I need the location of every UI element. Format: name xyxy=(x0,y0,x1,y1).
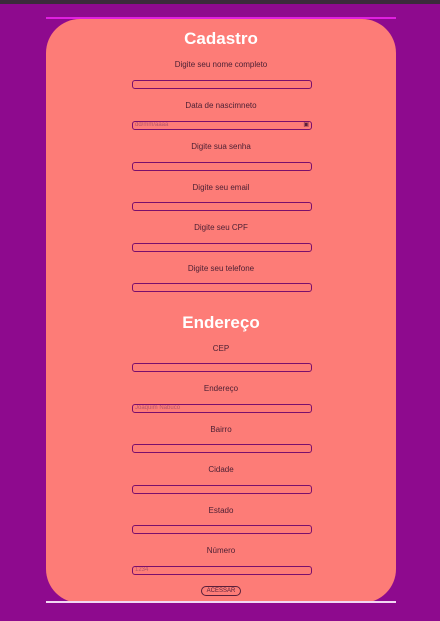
telefone-input[interactable] xyxy=(132,283,312,292)
numero-placeholder: 1234 xyxy=(135,567,149,573)
endereco-title: Endereço xyxy=(182,313,260,332)
estado-label: Estado xyxy=(208,506,234,515)
endereco-placeholder: Joaquim Nabuco xyxy=(135,405,181,411)
nascimento-date-input[interactable]: dd/mm/aaaa ▣ xyxy=(132,121,312,130)
form-card: Cadastro Digite seu nome completo Data d… xyxy=(46,19,396,603)
endereco-input[interactable]: Joaquim Nabuco xyxy=(132,404,312,413)
numero-input[interactable]: 1234 xyxy=(132,566,312,575)
calendar-icon[interactable]: ▣ xyxy=(303,122,309,129)
cep-label: CEP xyxy=(212,344,230,353)
cidade-label: Cidade xyxy=(208,465,234,474)
bottom-divider xyxy=(46,601,396,603)
cep-input[interactable] xyxy=(132,363,312,372)
estado-input[interactable] xyxy=(132,525,312,534)
email-label: Digite seu email xyxy=(192,183,250,192)
nascimento-label: Data de nascimneto xyxy=(185,101,257,110)
nome-label: Digite seu nome completo xyxy=(174,60,268,69)
numero-label: Número xyxy=(206,546,236,555)
cadastro-title: Cadastro xyxy=(184,29,258,48)
email-input[interactable] xyxy=(132,202,312,211)
cpf-label: Digite seu CPF xyxy=(194,223,248,232)
cidade-input[interactable] xyxy=(132,485,312,494)
bairro-input[interactable] xyxy=(132,444,312,453)
senha-input[interactable] xyxy=(132,162,312,171)
senha-label: Digite sua senha xyxy=(191,142,251,151)
telefone-label: Digite seu telefone xyxy=(187,264,255,273)
acessar-button[interactable]: ACESSAR xyxy=(201,586,241,596)
cpf-input[interactable] xyxy=(132,243,312,252)
nome-input[interactable] xyxy=(132,80,312,89)
window-top-bar xyxy=(0,0,440,4)
nascimento-placeholder: dd/mm/aaaa xyxy=(135,122,169,128)
endereco-label: Endereço xyxy=(203,384,239,393)
bairro-label: Bairro xyxy=(210,425,232,434)
